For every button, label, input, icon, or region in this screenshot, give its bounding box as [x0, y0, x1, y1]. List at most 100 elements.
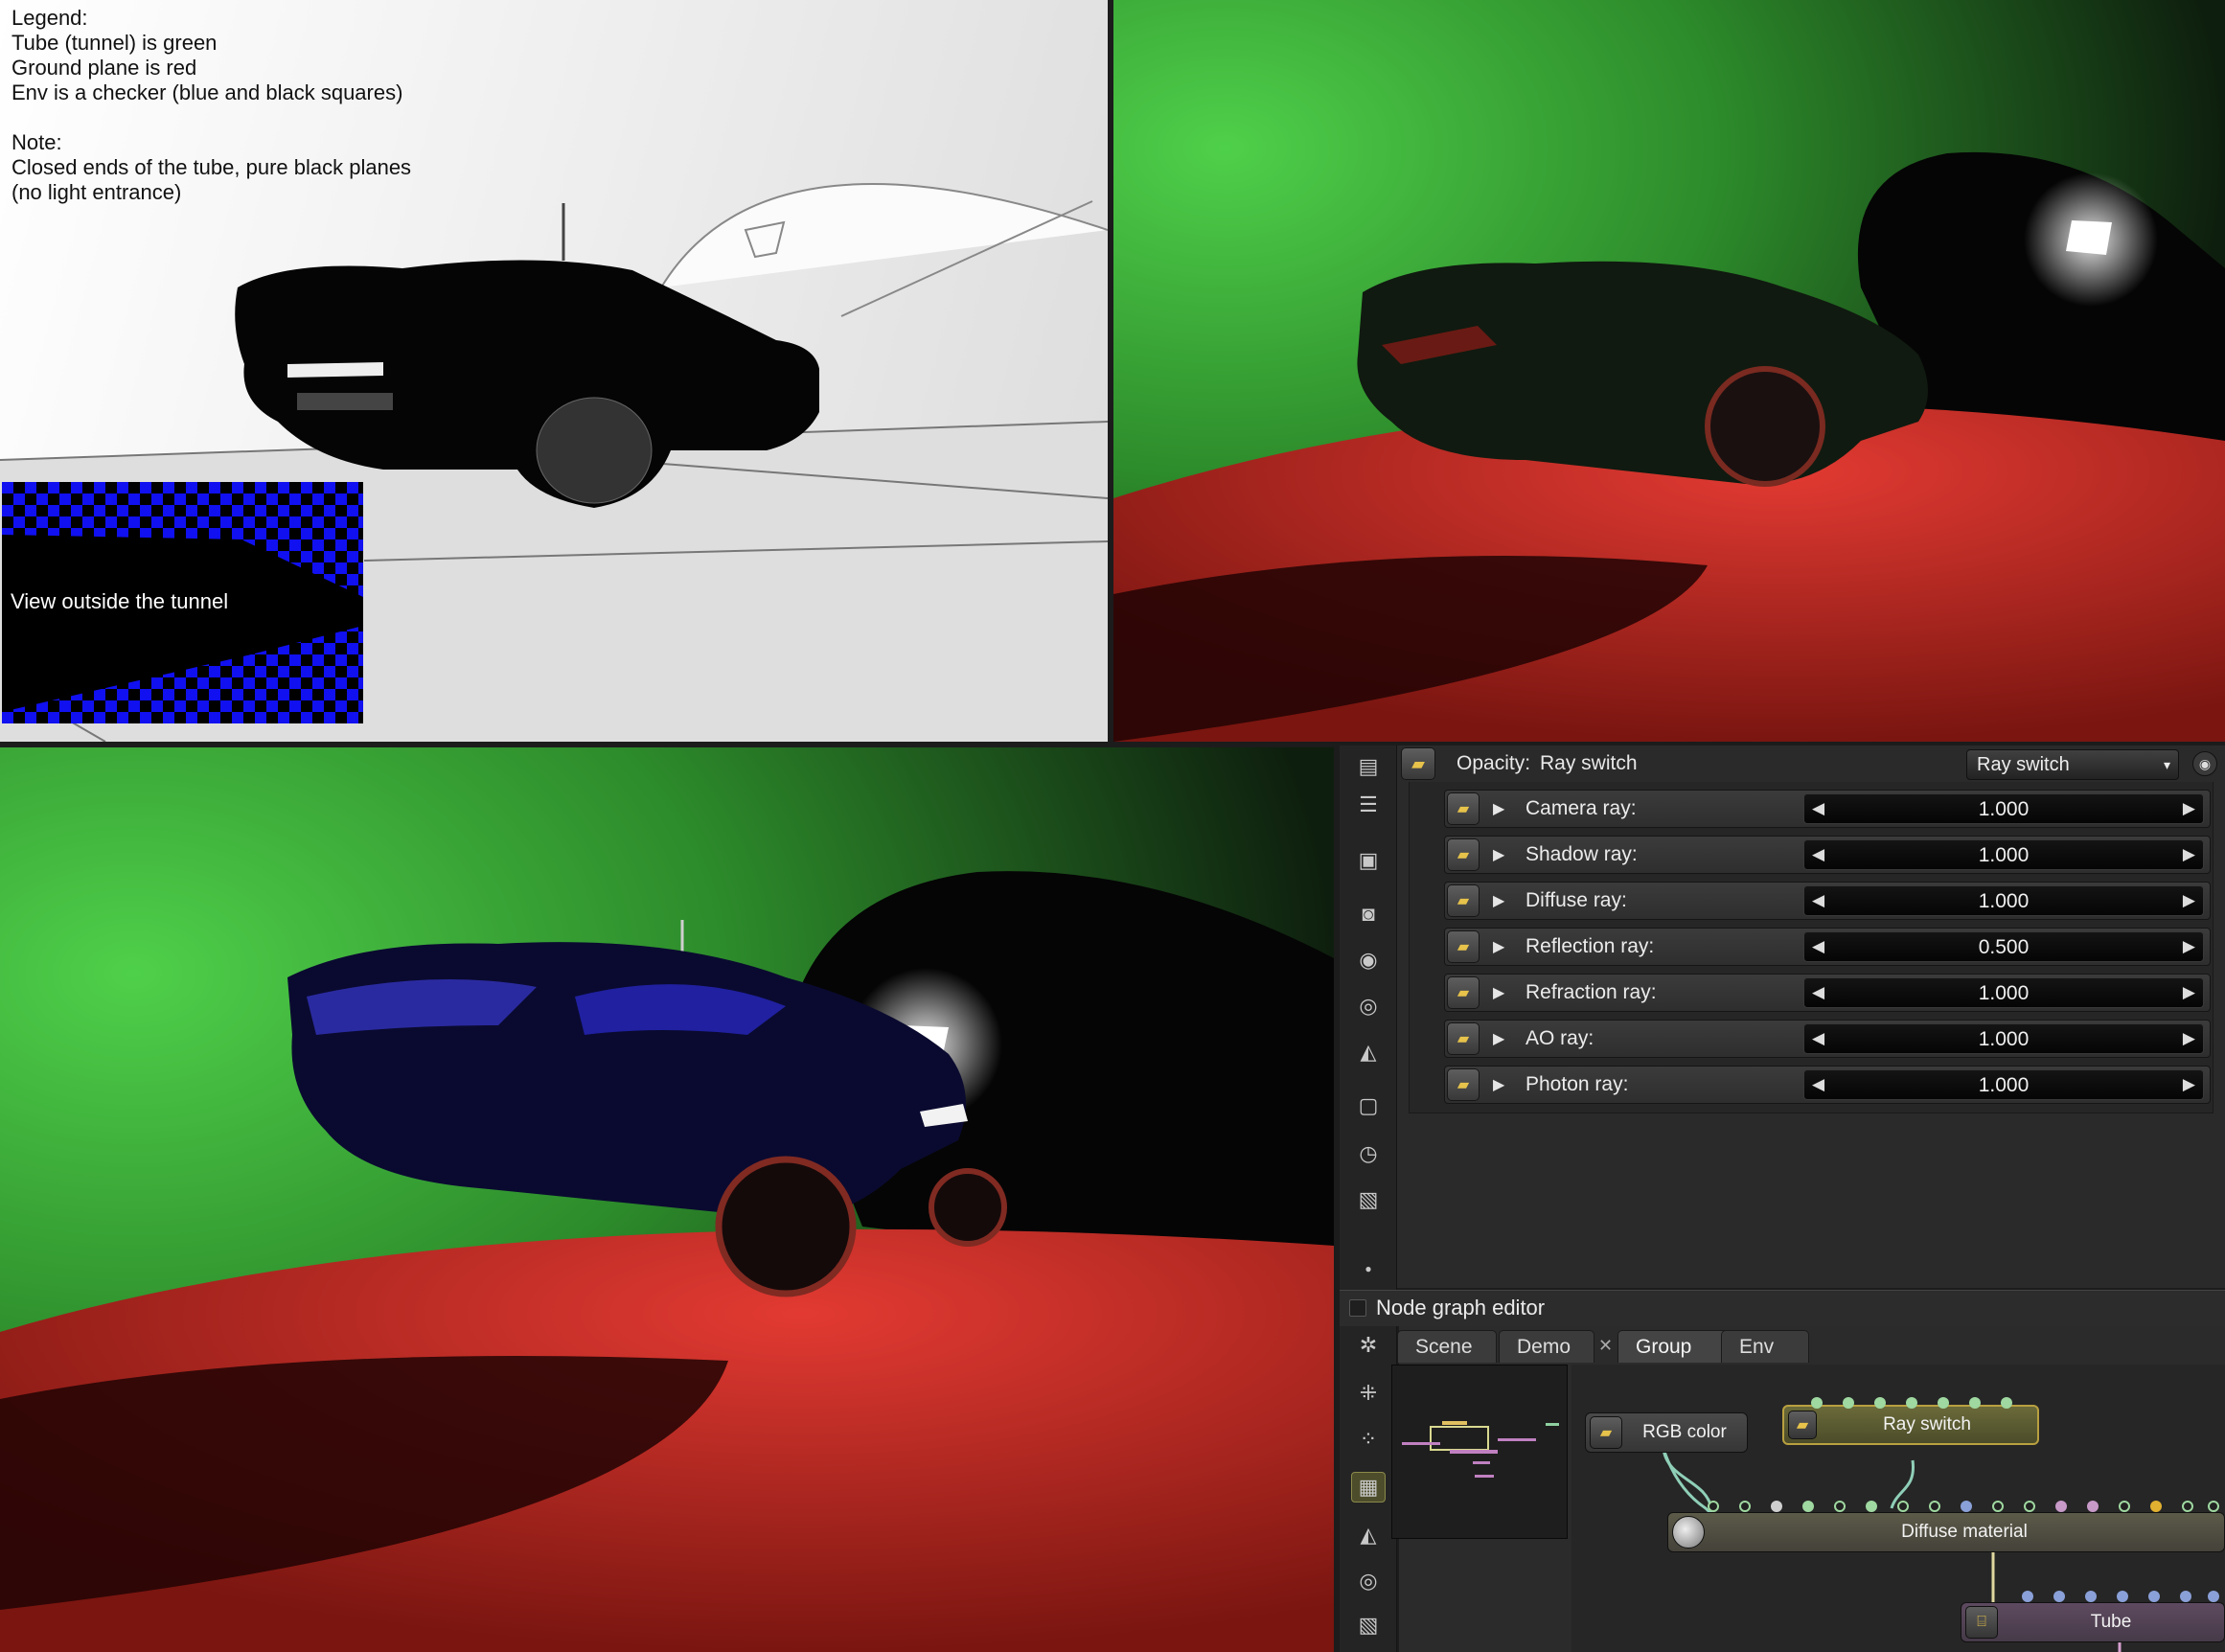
param-value[interactable]: 1.000 — [1804, 890, 2203, 913]
type-dropdown[interactable]: Ray switch ▾ — [1966, 749, 2179, 780]
texture-node-icon[interactable]: ▦ — [1351, 1472, 1386, 1503]
input-pin[interactable] — [2148, 1591, 2160, 1602]
select-nodes-icon[interactable]: ⁘ — [1351, 1424, 1386, 1455]
param-row-shadow[interactable]: ▰ ▶ Shadow ray: ◀ 1.000 ▶ — [1444, 836, 2211, 874]
input-pin[interactable] — [2150, 1501, 2162, 1512]
image-pin-icon[interactable]: ▰ — [1401, 747, 1435, 780]
render-target-icon[interactable]: ▢ — [1351, 1090, 1386, 1121]
param-row-diffuse[interactable]: ▰ ▶ Diffuse ray: ◀ 1.000 ▶ — [1444, 882, 2211, 920]
rgb-color-node[interactable]: ▰ RGB color — [1585, 1412, 1748, 1453]
material-node-icon[interactable]: ◭ — [1351, 1520, 1386, 1550]
image-pin-icon[interactable]: ▰ — [1447, 838, 1480, 871]
arrange-nodes-icon[interactable]: ⁜ — [1351, 1378, 1386, 1409]
node-graph-mode-icon[interactable]: ✲ — [1351, 1330, 1386, 1361]
param-row-refraction[interactable]: ▰ ▶ Refraction ray: ◀ 1.000 ▶ — [1444, 974, 2211, 1012]
input-pin[interactable] — [1874, 1397, 1886, 1409]
play-triangle-icon[interactable]: ▶ — [1493, 891, 1504, 910]
camera-icon[interactable]: ◙ — [1351, 899, 1386, 929]
close-icon[interactable]: ✕ — [1598, 1336, 1613, 1356]
input-pin[interactable] — [1992, 1501, 2004, 1512]
value-slider[interactable]: ◀ 0.500 ▶ — [1803, 931, 2204, 962]
image-icon[interactable]: ▣ — [1351, 845, 1386, 876]
increment-arrow-icon[interactable]: ▶ — [2183, 937, 2195, 956]
image-pin-icon[interactable]: ▰ — [1447, 792, 1480, 825]
value-slider[interactable]: ◀ 1.000 ▶ — [1803, 1069, 2204, 1100]
graph-minimap[interactable] — [1391, 1365, 1568, 1539]
node-graph-toggle[interactable] — [1349, 1299, 1366, 1317]
play-triangle-icon[interactable]: ▶ — [1493, 937, 1504, 956]
param-row-reflection[interactable]: ▰ ▶ Reflection ray: ◀ 0.500 ▶ — [1444, 928, 2211, 966]
render-view-reference[interactable] — [1113, 0, 2225, 742]
graph-icon[interactable]: ▧ — [1351, 1184, 1386, 1215]
input-pin[interactable] — [1708, 1501, 1719, 1512]
input-pin[interactable] — [1811, 1397, 1823, 1409]
param-row-ao[interactable]: ▰ ▶ AO ray: ◀ 1.000 ▶ — [1444, 1020, 2211, 1058]
tube-geometry-node[interactable]: ⌸ Tube — [1961, 1602, 2225, 1642]
param-value[interactable]: 1.000 — [1804, 798, 2203, 821]
input-pin[interactable] — [1961, 1501, 1972, 1512]
graph-canvas[interactable]: ▰ RGB color ▰ Ray switch Diffuse materia… — [1571, 1365, 2225, 1652]
material-icon[interactable]: ◭ — [1351, 1037, 1386, 1067]
input-pin[interactable] — [2022, 1591, 2033, 1602]
geometry-icon[interactable]: ◉ — [1351, 945, 1386, 975]
wireframe-viewport[interactable]: Legend: Tube (tunnel) is green Ground pl… — [0, 0, 1108, 742]
value-slider[interactable]: ◀ 1.000 ▶ — [1803, 977, 2204, 1008]
input-pin[interactable] — [2053, 1591, 2065, 1602]
input-pin[interactable] — [2087, 1501, 2099, 1512]
image-pin-icon[interactable]: ▰ — [1447, 1068, 1480, 1101]
input-pin[interactable] — [1897, 1501, 1909, 1512]
input-pin[interactable] — [2001, 1397, 2012, 1409]
input-pin[interactable] — [2117, 1591, 2128, 1602]
play-triangle-icon[interactable]: ▶ — [1493, 1075, 1504, 1094]
image-pin-icon[interactable]: ▰ — [1447, 1022, 1480, 1055]
param-value[interactable]: 1.000 — [1804, 1074, 2203, 1097]
input-pin[interactable] — [1969, 1397, 1981, 1409]
input-pin[interactable] — [2182, 1501, 2193, 1512]
input-pin[interactable] — [1906, 1397, 1917, 1409]
input-pin[interactable] — [1834, 1501, 1846, 1512]
input-pin[interactable] — [2119, 1501, 2130, 1512]
play-triangle-icon[interactable]: ▶ — [1493, 983, 1504, 1002]
env-node-icon[interactable]: ◎ — [1351, 1566, 1386, 1596]
tab-demo[interactable]: Demo — [1499, 1330, 1594, 1363]
input-pin[interactable] — [2208, 1591, 2219, 1602]
diffuse-material-node[interactable]: Diffuse material — [1667, 1512, 2225, 1552]
graph-node-icon[interactable]: ▧ — [1351, 1610, 1386, 1641]
value-slider[interactable]: ◀ 1.000 ▶ — [1803, 839, 2204, 870]
tab-scene[interactable]: Scene — [1397, 1330, 1497, 1363]
value-slider[interactable]: ◀ 1.000 ▶ — [1803, 793, 2204, 824]
input-pin[interactable] — [1866, 1501, 1877, 1512]
input-pin[interactable] — [1929, 1501, 1940, 1512]
collapse-icon[interactable]: ☰ — [1351, 790, 1386, 820]
param-value[interactable]: 0.500 — [1804, 936, 2203, 959]
play-triangle-icon[interactable]: ▶ — [1493, 1029, 1504, 1048]
increment-arrow-icon[interactable]: ▶ — [2183, 799, 2195, 818]
render-view-main[interactable] — [0, 747, 1334, 1652]
environment-icon[interactable]: ◎ — [1351, 991, 1386, 1021]
increment-arrow-icon[interactable]: ▶ — [2183, 983, 2195, 1002]
param-row-photon[interactable]: ▰ ▶ Photon ray: ◀ 1.000 ▶ — [1444, 1066, 2211, 1104]
clock-icon[interactable]: ◷ — [1351, 1138, 1386, 1169]
increment-arrow-icon[interactable]: ▶ — [2183, 891, 2195, 910]
settings-dot-icon[interactable]: ● — [1351, 1253, 1386, 1284]
input-pin[interactable] — [1771, 1501, 1782, 1512]
tab-group[interactable]: Group — [1617, 1330, 1729, 1363]
input-pin[interactable] — [1843, 1397, 1854, 1409]
input-pin[interactable] — [2208, 1501, 2219, 1512]
param-value[interactable]: 1.000 — [1804, 982, 2203, 1005]
param-value[interactable]: 1.000 — [1804, 1028, 2203, 1051]
eye-icon[interactable]: ◉ — [2192, 751, 2217, 776]
input-pin[interactable] — [2055, 1501, 2067, 1512]
input-pin[interactable] — [1739, 1501, 1751, 1512]
tab-env[interactable]: Env — [1721, 1330, 1809, 1363]
value-slider[interactable]: ◀ 1.000 ▶ — [1803, 1023, 2204, 1054]
ray-switch-node[interactable]: ▰ Ray switch — [1782, 1405, 2039, 1445]
input-pin[interactable] — [1938, 1397, 1949, 1409]
value-slider[interactable]: ◀ 1.000 ▶ — [1803, 885, 2204, 916]
input-pin[interactable] — [2024, 1501, 2035, 1512]
image-pin-icon[interactable]: ▰ — [1447, 884, 1480, 917]
increment-arrow-icon[interactable]: ▶ — [2183, 1029, 2195, 1048]
play-triangle-icon[interactable]: ▶ — [1493, 799, 1504, 818]
node-inspector-icon[interactable]: ▤ — [1351, 751, 1386, 782]
param-row-camera[interactable]: ▰ ▶ Camera ray: ◀ 1.000 ▶ — [1444, 790, 2211, 828]
